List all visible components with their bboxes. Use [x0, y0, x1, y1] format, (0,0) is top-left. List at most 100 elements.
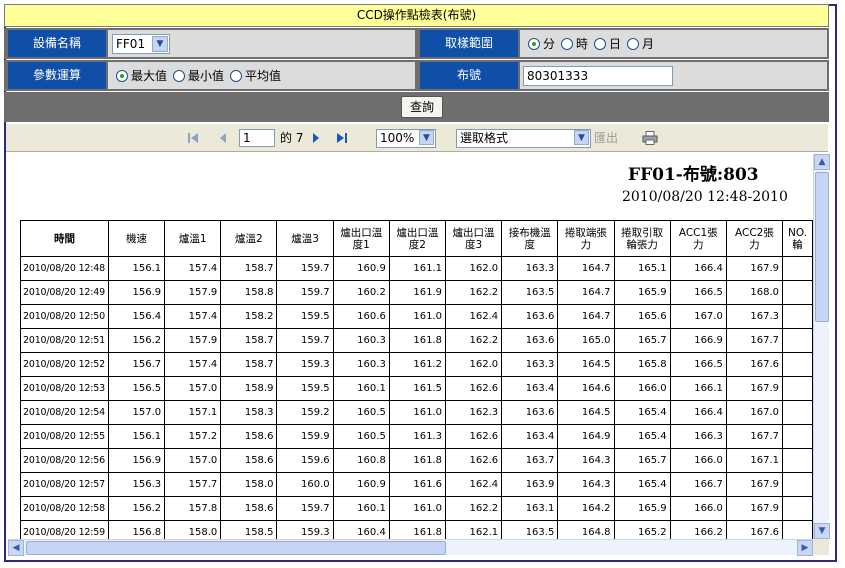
range-option-day[interactable]: 日 — [594, 35, 621, 52]
equipment-select[interactable]: FF01 ▼ — [112, 34, 170, 54]
value-cell: 158.2 — [220, 304, 278, 329]
first-page-icon[interactable] — [187, 130, 199, 146]
calc-option-min[interactable]: 最小值 — [173, 67, 224, 84]
value-cell: 158.9 — [220, 376, 278, 401]
table-row: 2010/08/20 12:54 157.0 157.1 158.3 159.2 160.… — [20, 400, 813, 425]
value-cell: 158.8 — [220, 280, 278, 305]
equipment-cell: FF01 ▼ — [108, 30, 415, 57]
zoom-select[interactable]: 100% ▼ — [376, 129, 436, 148]
horizontal-scroll-thumb[interactable] — [26, 541, 446, 555]
scroll-right-icon[interactable]: ▶ — [797, 540, 813, 556]
value-cell: 163.4 — [501, 424, 559, 449]
value-cell: 158.3 — [220, 400, 278, 425]
table-body: 2010/08/20 12:48 156.1 157.4 158.7 159.7 160.… — [20, 256, 813, 539]
value-cell: 166.7 — [669, 472, 727, 497]
column-header: 爐溫2 — [220, 220, 278, 257]
report-viewport: FF01-布號:803 2010/08/20 12:48-2010 時間 機速 … — [8, 154, 813, 539]
value-cell — [782, 352, 813, 377]
value-cell: 164.7 — [557, 304, 615, 329]
value-cell: 164.3 — [557, 448, 615, 473]
table-row: 2010/08/20 12:51 156.2 157.9 158.7 159.7 160.… — [20, 328, 813, 353]
scroll-up-icon[interactable]: ▲ — [814, 154, 830, 170]
value-cell: 164.5 — [557, 400, 615, 425]
equipment-select-value: FF01 — [116, 37, 146, 51]
value-cell: 164.9 — [557, 424, 615, 449]
value-cell: 159.7 — [276, 328, 334, 353]
value-cell — [782, 496, 813, 521]
value-cell: 161.2 — [388, 352, 446, 377]
value-cell — [782, 256, 813, 281]
value-cell: 160.0 — [276, 472, 334, 497]
value-cell: 159.7 — [276, 280, 334, 305]
value-cell: 165.7 — [613, 328, 671, 353]
column-header: 接布機溫度 — [501, 220, 559, 257]
value-cell: 167.6 — [725, 352, 784, 377]
value-cell: 163.9 — [501, 472, 559, 497]
value-cell: 157.1 — [164, 400, 222, 425]
value-cell: 163.3 — [501, 256, 559, 281]
value-cell: 167.7 — [725, 424, 784, 449]
value-cell: 166.0 — [613, 376, 671, 401]
prev-page-icon[interactable] — [218, 130, 228, 146]
page-number-input[interactable]: 1 — [239, 129, 275, 147]
column-header: ACC1張力 — [669, 220, 727, 257]
scroll-left-icon[interactable]: ◀ — [8, 540, 24, 556]
export-format-select[interactable]: 選取格式 ▼ — [456, 129, 591, 148]
value-cell: 156.9 — [107, 280, 166, 305]
value-cell: 162.2 — [444, 496, 503, 521]
value-cell: 159.9 — [276, 424, 334, 449]
range-option-month[interactable]: 月 — [627, 35, 654, 52]
scrollbar-corner — [813, 539, 829, 555]
value-cell: 160.3 — [332, 328, 390, 353]
value-cell — [782, 328, 813, 353]
value-cell: 161.5 — [388, 376, 446, 401]
export-link[interactable]: 匯出 — [594, 130, 618, 146]
value-cell: 164.6 — [557, 376, 615, 401]
radio-icon — [627, 37, 640, 50]
report-title: FF01-布號:803 — [628, 165, 759, 185]
range-option-hour[interactable]: 時 — [561, 35, 588, 52]
time-cell: 2010/08/20 12:54 — [20, 400, 109, 425]
column-header: 捲取端張力 — [557, 220, 615, 257]
value-cell: 162.0 — [444, 352, 503, 377]
vertical-scroll-thumb[interactable] — [815, 172, 829, 322]
value-cell — [782, 472, 813, 497]
last-page-icon[interactable] — [336, 130, 348, 146]
value-cell: 157.4 — [164, 256, 222, 281]
value-cell: 165.9 — [613, 496, 671, 521]
value-cell: 163.6 — [501, 400, 559, 425]
value-cell: 156.7 — [107, 352, 166, 377]
cloth-number-input[interactable]: 80301333 — [523, 66, 673, 86]
calc-option-max[interactable]: 最大值 — [116, 67, 167, 84]
vertical-scrollbar[interactable]: ▲ ▼ — [813, 154, 830, 539]
value-cell: 166.4 — [669, 400, 727, 425]
time-cell: 2010/08/20 12:50 — [20, 304, 109, 329]
horizontal-scrollbar[interactable]: ◀ ▶ — [8, 539, 813, 556]
value-cell: 167.9 — [725, 472, 784, 497]
value-cell: 166.5 — [669, 280, 727, 305]
query-button[interactable]: 查詢 — [401, 96, 443, 118]
next-page-icon[interactable] — [311, 130, 321, 146]
value-cell: 162.6 — [444, 424, 503, 449]
value-cell: 167.0 — [725, 400, 784, 425]
value-cell: 162.3 — [444, 400, 503, 425]
print-icon[interactable] — [642, 131, 658, 145]
calc-option-avg[interactable]: 平均值 — [230, 67, 281, 84]
time-cell: 2010/08/20 12:59 — [20, 520, 109, 539]
value-cell: 162.2 — [444, 280, 503, 305]
value-cell: 160.1 — [332, 376, 390, 401]
radio-icon — [594, 37, 607, 50]
range-option-minute[interactable]: 分 — [528, 35, 555, 52]
value-cell: 165.0 — [557, 328, 615, 353]
value-cell: 162.2 — [444, 328, 503, 353]
value-cell: 164.2 — [557, 496, 615, 521]
value-cell: 165.9 — [613, 280, 671, 305]
value-cell: 156.3 — [107, 472, 166, 497]
scroll-down-icon[interactable]: ▼ — [814, 523, 830, 539]
column-header: 爐溫1 — [164, 220, 222, 257]
column-header: 時間 — [20, 220, 109, 257]
value-cell: 167.7 — [725, 328, 784, 353]
value-cell — [782, 400, 813, 425]
value-cell: 161.0 — [388, 400, 446, 425]
value-cell: 159.3 — [276, 520, 334, 539]
